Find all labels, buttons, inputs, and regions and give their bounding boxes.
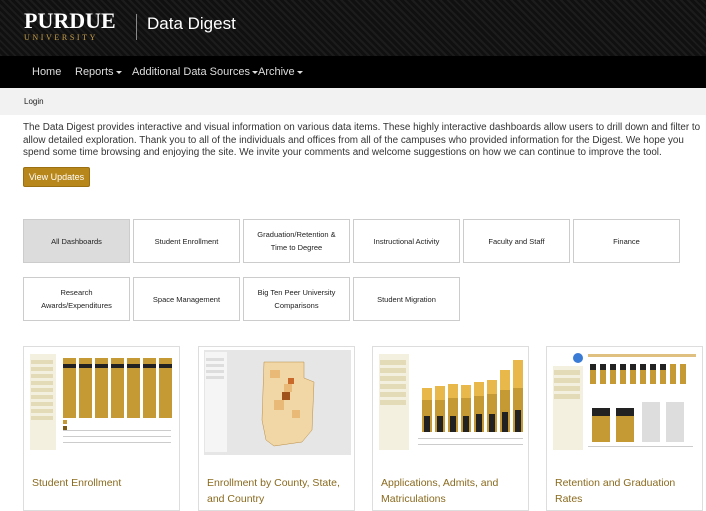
card-title: Enrollment by County, State, and Country bbox=[207, 477, 340, 505]
card-title: Retention and Graduation Rates bbox=[555, 477, 676, 505]
nav-archive-label: Archive bbox=[258, 66, 295, 78]
dashboard-thumbnail bbox=[552, 350, 699, 455]
login-link[interactable]: Login bbox=[24, 97, 44, 106]
nav-home[interactable]: Home bbox=[32, 66, 61, 78]
filter-label: All Dashboards bbox=[51, 236, 102, 246]
filter-label: Student Enrollment bbox=[154, 236, 219, 246]
filter-all-dashboards[interactable]: All Dashboards bbox=[23, 219, 130, 263]
card-title: Applications, Admits, and Matriculations bbox=[381, 477, 499, 505]
filter-faculty-and-staff[interactable]: Faculty and Staff bbox=[463, 219, 570, 263]
filter-label: Finance bbox=[613, 236, 640, 246]
filter-label: Big Ten Peer University Comparisons bbox=[257, 288, 336, 310]
filter-label: Graduation/Retention & Time to Degree bbox=[257, 230, 336, 252]
dashboard-thumbnail bbox=[204, 350, 351, 455]
nav-additional-label: Additional Data Sources bbox=[132, 66, 251, 78]
nav-home-label: Home bbox=[32, 66, 62, 78]
filter-label: Faculty and Staff bbox=[488, 236, 545, 246]
chevron-down-icon bbox=[115, 70, 122, 74]
nav-reports-label: Reports bbox=[75, 66, 114, 78]
sub-bar: Login bbox=[0, 88, 706, 115]
nav-reports[interactable]: Reports bbox=[75, 66, 122, 78]
main-nav: Home Reports Additional Data Sources Arc… bbox=[0, 56, 706, 88]
dashboard-card-applications[interactable]: Applications, Admits, and Matriculations bbox=[372, 346, 529, 511]
filter-instructional-activity[interactable]: Instructional Activity bbox=[353, 219, 460, 263]
logo-subtext: UNIVERSITY bbox=[24, 33, 98, 42]
dashboard-card-retention-graduation[interactable]: Retention and Graduation Rates bbox=[546, 346, 703, 511]
filter-graduation-retention[interactable]: Graduation/Retention & Time to Degree bbox=[243, 219, 350, 263]
dashboard-card-enrollment-by-county[interactable]: Enrollment by County, State, and Country bbox=[198, 346, 355, 511]
dashboard-thumbnail bbox=[378, 350, 525, 455]
filter-big-ten-comparisons[interactable]: Big Ten Peer University Comparisons bbox=[243, 277, 350, 321]
filter-student-enrollment[interactable]: Student Enrollment bbox=[133, 219, 240, 263]
filter-label: Space Management bbox=[152, 294, 221, 304]
dashboard-card-student-enrollment[interactable]: Student Enrollment bbox=[23, 346, 180, 511]
app-title[interactable]: Data Digest bbox=[147, 14, 236, 34]
filter-space-management[interactable]: Space Management bbox=[133, 277, 240, 321]
filter-student-migration[interactable]: Student Migration bbox=[353, 277, 460, 321]
nav-archive[interactable]: Archive bbox=[258, 66, 303, 78]
purdue-logo[interactable]: PURDUE UNIVERSITY bbox=[24, 10, 124, 43]
chevron-down-icon bbox=[296, 70, 303, 74]
intro-text: The Data Digest provides interactive and… bbox=[23, 122, 701, 158]
card-title: Student Enrollment bbox=[32, 477, 122, 489]
filter-label: Instructional Activity bbox=[373, 236, 440, 246]
filter-label: Research Awards/Expenditures bbox=[41, 288, 112, 310]
filter-label: Student Migration bbox=[377, 294, 436, 304]
logo-wordmark: PURDUE bbox=[24, 8, 116, 33]
filter-finance[interactable]: Finance bbox=[573, 219, 680, 263]
nav-additional-data-sources[interactable]: Additional Data Sources bbox=[132, 66, 259, 78]
dashboard-thumbnail bbox=[29, 350, 176, 455]
filter-research-awards[interactable]: Research Awards/Expenditures bbox=[23, 277, 130, 321]
header-divider bbox=[136, 14, 137, 40]
site-header: PURDUE UNIVERSITY Data Digest bbox=[0, 0, 706, 56]
view-updates-button[interactable]: View Updates bbox=[23, 167, 90, 187]
